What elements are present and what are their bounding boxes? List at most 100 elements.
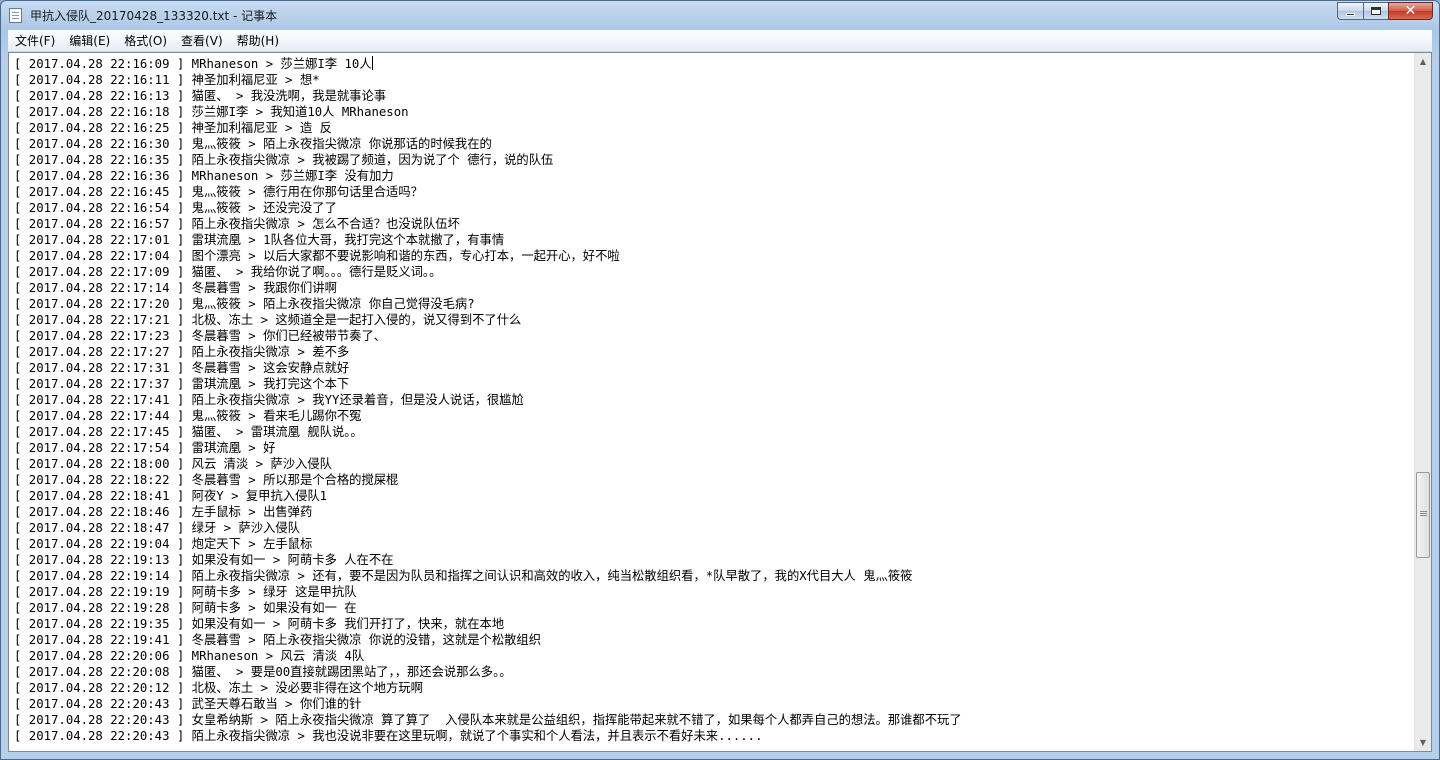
text-line: [ 2017.04.28 22:17:01 ] 雷琪流凰 > 1队各位大哥，我打… bbox=[14, 232, 962, 248]
text-line-content: [ 2017.04.28 22:19:19 ] 阿萌卡多 > 绿牙 这是甲抗队 bbox=[14, 585, 357, 599]
text-line: [ 2017.04.28 22:17:45 ] 猫匿、 > 雷琪流凰 舰队说。。 bbox=[14, 424, 962, 440]
text-line-content: [ 2017.04.28 22:19:35 ] 如果没有如一 > 阿萌卡多 我们… bbox=[14, 617, 505, 631]
text-line-content: [ 2017.04.28 22:17:14 ] 冬晨暮雪 > 我跟你们讲啊 bbox=[14, 281, 337, 295]
text-line: [ 2017.04.28 22:17:21 ] 北极、冻土 > 这频道全是一起打… bbox=[14, 312, 962, 328]
text-line: [ 2017.04.28 22:19:19 ] 阿萌卡多 > 绿牙 这是甲抗队 bbox=[14, 584, 962, 600]
vertical-scrollbar[interactable]: ▲ ▼ bbox=[1414, 53, 1431, 751]
text-line: [ 2017.04.28 22:19:41 ] 冬晨暮雪 > 陌上永夜指尖微凉 … bbox=[14, 632, 962, 648]
menu-bar: 文件(F) 编辑(E) 格式(O) 查看(V) 帮助(H) bbox=[8, 30, 1432, 52]
text-line: [ 2017.04.28 22:16:57 ] 陌上永夜指尖微凉 > 怎么不合适… bbox=[14, 216, 962, 232]
text-line-content: [ 2017.04.28 22:19:28 ] 阿萌卡多 > 如果没有如一 在 bbox=[14, 601, 357, 615]
text-lines: [ 2017.04.28 22:16:09 ] MRhaneson > 莎兰娜I… bbox=[14, 56, 962, 744]
text-line: [ 2017.04.28 22:17:14 ] 冬晨暮雪 > 我跟你们讲啊 bbox=[14, 280, 962, 296]
text-line: [ 2017.04.28 22:16:30 ] 鬼灬筱筱 > 陌上永夜指尖微凉 … bbox=[14, 136, 962, 152]
close-icon: ✕ bbox=[1404, 3, 1417, 19]
text-line-content: [ 2017.04.28 22:19:14 ] 陌上永夜指尖微凉 > 还有，要不… bbox=[14, 569, 913, 583]
menu-edit[interactable]: 编辑(E) bbox=[62, 31, 117, 51]
grip-icon bbox=[1420, 511, 1427, 512]
text-line: [ 2017.04.28 22:16:18 ] 莎兰娜I李 > 我知道10人 M… bbox=[14, 104, 962, 120]
text-line-content: [ 2017.04.28 22:17:20 ] 鬼灬筱筱 > 陌上永夜指尖微凉 … bbox=[14, 297, 475, 311]
text-line-content: [ 2017.04.28 22:17:37 ] 雷琪流凰 > 我打完这个本下 bbox=[14, 377, 350, 391]
text-line-content: [ 2017.04.28 22:20:43 ] 陌上永夜指尖微凉 > 我也没说非… bbox=[14, 729, 763, 743]
text-line: [ 2017.04.28 22:17:09 ] 猫匿、 > 我给你说了啊。。。德… bbox=[14, 264, 962, 280]
text-line-content: [ 2017.04.28 22:17:21 ] 北极、冻土 > 这频道全是一起打… bbox=[14, 313, 522, 327]
text-line: [ 2017.04.28 22:19:13 ] 如果没有如一 > 阿萌卡多 人在… bbox=[14, 552, 962, 568]
text-line: [ 2017.04.28 22:17:37 ] 雷琪流凰 > 我打完这个本下 bbox=[14, 376, 962, 392]
minimize-button[interactable] bbox=[1337, 2, 1363, 20]
window-title: 甲抗入侵队_20170428_133320.txt - 记事本 bbox=[30, 9, 278, 23]
text-line-content: [ 2017.04.28 22:16:30 ] 鬼灬筱筱 > 陌上永夜指尖微凉 … bbox=[14, 137, 492, 151]
notepad-icon[interactable] bbox=[9, 8, 22, 23]
text-line-content: [ 2017.04.28 22:20:06 ] MRhaneson > 风云 清… bbox=[14, 649, 365, 663]
text-line-content: [ 2017.04.28 22:18:46 ] 左手鼠标 > 出售弹药 bbox=[14, 505, 313, 519]
text-line: [ 2017.04.28 22:16:36 ] MRhaneson > 莎兰娜I… bbox=[14, 168, 962, 184]
text-line: [ 2017.04.28 22:16:11 ] 神圣加利福尼亚 > 想* bbox=[14, 72, 962, 88]
scroll-thumb[interactable] bbox=[1416, 472, 1430, 558]
close-button[interactable]: ✕ bbox=[1388, 2, 1433, 20]
text-line-content: [ 2017.04.28 22:16:25 ] 神圣加利福尼亚 > 造 反 bbox=[14, 121, 332, 135]
text-caret bbox=[371, 56, 373, 70]
minimize-icon bbox=[1346, 13, 1355, 16]
text-line: [ 2017.04.28 22:17:31 ] 冬晨暮雪 > 这会安静点就好 bbox=[14, 360, 962, 376]
text-line-content: [ 2017.04.28 22:19:41 ] 冬晨暮雪 > 陌上永夜指尖微凉 … bbox=[14, 633, 542, 647]
text-line-content: [ 2017.04.28 22:18:00 ] 风云 清淡 > 萨沙入侵队 bbox=[14, 457, 332, 471]
text-editor[interactable]: [ 2017.04.28 22:16:09 ] MRhaneson > 莎兰娜I… bbox=[8, 52, 1432, 752]
text-line-content: [ 2017.04.28 22:20:43 ] 武圣天尊石敢当 > 你们谁的针 bbox=[14, 697, 362, 711]
notepad-window: 甲抗入侵队_20170428_133320.txt - 记事本 ✕ 文件(F) … bbox=[0, 0, 1440, 760]
maximize-icon bbox=[1371, 7, 1381, 15]
scroll-down-arrow-icon[interactable]: ▼ bbox=[1415, 734, 1431, 751]
text-line-content: [ 2017.04.28 22:18:47 ] 绿牙 > 萨沙入侵队 bbox=[14, 521, 300, 535]
text-line-content: [ 2017.04.28 22:17:31 ] 冬晨暮雪 > 这会安静点就好 bbox=[14, 361, 350, 375]
menu-file[interactable]: 文件(F) bbox=[8, 31, 62, 51]
text-line: [ 2017.04.28 22:18:46 ] 左手鼠标 > 出售弹药 bbox=[14, 504, 962, 520]
text-line: [ 2017.04.28 22:20:06 ] MRhaneson > 风云 清… bbox=[14, 648, 962, 664]
text-line-content: [ 2017.04.28 22:17:44 ] 鬼灬筱筱 > 看来毛儿踢你不冤 bbox=[14, 409, 362, 423]
title-bar[interactable]: 甲抗入侵队_20170428_133320.txt - 记事本 ✕ bbox=[1, 1, 1439, 30]
maximize-button[interactable] bbox=[1363, 2, 1388, 20]
text-line-content: [ 2017.04.28 22:16:11 ] 神圣加利福尼亚 > 想* bbox=[14, 73, 320, 87]
text-line-content: [ 2017.04.28 22:16:18 ] 莎兰娜I李 > 我知道10人 M… bbox=[14, 105, 409, 119]
text-line: [ 2017.04.28 22:20:43 ] 陌上永夜指尖微凉 > 我也没说非… bbox=[14, 728, 962, 744]
text-line-content: [ 2017.04.28 22:20:43 ] 女皇希纳斯 > 陌上永夜指尖微凉… bbox=[14, 713, 962, 727]
text-line: [ 2017.04.28 22:20:43 ] 武圣天尊石敢当 > 你们谁的针 bbox=[14, 696, 962, 712]
text-line: [ 2017.04.28 22:20:43 ] 女皇希纳斯 > 陌上永夜指尖微凉… bbox=[14, 712, 962, 728]
text-line: [ 2017.04.28 22:17:41 ] 陌上永夜指尖微凉 > 我YY还录… bbox=[14, 392, 962, 408]
text-line: [ 2017.04.28 22:19:04 ] 炮定天下 > 左手鼠标 bbox=[14, 536, 962, 552]
text-line-content: [ 2017.04.28 22:18:41 ] 阿夜Y > 复甲抗入侵队1 bbox=[14, 489, 328, 503]
scroll-up-arrow-icon[interactable]: ▲ bbox=[1415, 53, 1431, 70]
text-line-content: [ 2017.04.28 22:17:41 ] 陌上永夜指尖微凉 > 我YY还录… bbox=[14, 393, 524, 407]
text-line: [ 2017.04.28 22:17:27 ] 陌上永夜指尖微凉 > 差不多 bbox=[14, 344, 962, 360]
text-line: [ 2017.04.28 22:18:00 ] 风云 清淡 > 萨沙入侵队 bbox=[14, 456, 962, 472]
text-line: [ 2017.04.28 22:16:54 ] 鬼灬筱筱 > 还没完没了了 bbox=[14, 200, 962, 216]
text-line-content: [ 2017.04.28 22:16:09 ] MRhaneson > 莎兰娜I… bbox=[14, 57, 372, 71]
caption-buttons: ✕ bbox=[1337, 2, 1433, 21]
text-line-content: [ 2017.04.28 22:20:12 ] 北极、冻土 > 没必要非得在这个… bbox=[14, 681, 423, 695]
text-line: [ 2017.04.28 22:16:25 ] 神圣加利福尼亚 > 造 反 bbox=[14, 120, 962, 136]
text-line-content: [ 2017.04.28 22:16:57 ] 陌上永夜指尖微凉 > 怎么不合适… bbox=[14, 217, 460, 231]
text-line: [ 2017.04.28 22:17:04 ] 图个漂亮 > 以后大家都不要说影… bbox=[14, 248, 962, 264]
text-line: [ 2017.04.28 22:16:35 ] 陌上永夜指尖微凉 > 我被踢了频… bbox=[14, 152, 962, 168]
text-line: [ 2017.04.28 22:17:44 ] 鬼灬筱筱 > 看来毛儿踢你不冤 bbox=[14, 408, 962, 424]
text-line-content: [ 2017.04.28 22:16:35 ] 陌上永夜指尖微凉 > 我被踢了频… bbox=[14, 153, 554, 167]
menu-format[interactable]: 格式(O) bbox=[117, 31, 174, 51]
text-line-content: [ 2017.04.28 22:17:01 ] 雷琪流凰 > 1队各位大哥，我打… bbox=[14, 233, 505, 247]
text-content-area[interactable]: [ 2017.04.28 22:16:09 ] MRhaneson > 莎兰娜I… bbox=[9, 53, 1415, 751]
text-line-content: [ 2017.04.28 22:17:04 ] 图个漂亮 > 以后大家都不要说影… bbox=[14, 249, 620, 263]
text-line-content: [ 2017.04.28 22:17:54 ] 雷琪流凰 > 好 bbox=[14, 441, 276, 455]
text-line: [ 2017.04.28 22:18:47 ] 绿牙 > 萨沙入侵队 bbox=[14, 520, 962, 536]
text-line: [ 2017.04.28 22:20:12 ] 北极、冻土 > 没必要非得在这个… bbox=[14, 680, 962, 696]
text-line-content: [ 2017.04.28 22:16:54 ] 鬼灬筱筱 > 还没完没了了 bbox=[14, 201, 337, 215]
text-line: [ 2017.04.28 22:19:28 ] 阿萌卡多 > 如果没有如一 在 bbox=[14, 600, 962, 616]
text-line-content: [ 2017.04.28 22:19:04 ] 炮定天下 > 左手鼠标 bbox=[14, 537, 313, 551]
text-line: [ 2017.04.28 22:19:14 ] 陌上永夜指尖微凉 > 还有，要不… bbox=[14, 568, 962, 584]
menu-view[interactable]: 查看(V) bbox=[174, 31, 230, 51]
text-line: [ 2017.04.28 22:18:41 ] 阿夜Y > 复甲抗入侵队1 bbox=[14, 488, 962, 504]
text-line-content: [ 2017.04.28 22:16:36 ] MRhaneson > 莎兰娜I… bbox=[14, 169, 394, 183]
text-line-content: [ 2017.04.28 22:17:23 ] 冬晨暮雪 > 你们已经被带节奏了… bbox=[14, 329, 387, 343]
menu-help[interactable]: 帮助(H) bbox=[230, 31, 286, 51]
text-line: [ 2017.04.28 22:18:22 ] 冬晨暮雪 > 所以那是个合格的搅… bbox=[14, 472, 962, 488]
text-line-content: [ 2017.04.28 22:17:45 ] 猫匿、 > 雷琪流凰 舰队说。。 bbox=[14, 425, 363, 439]
text-line-content: [ 2017.04.28 22:20:08 ] 猫匿、 > 要是00直接就踢团黑… bbox=[14, 665, 512, 679]
text-line: [ 2017.04.28 22:16:09 ] MRhaneson > 莎兰娜I… bbox=[14, 56, 962, 72]
text-line: [ 2017.04.28 22:19:35 ] 如果没有如一 > 阿萌卡多 我们… bbox=[14, 616, 962, 632]
